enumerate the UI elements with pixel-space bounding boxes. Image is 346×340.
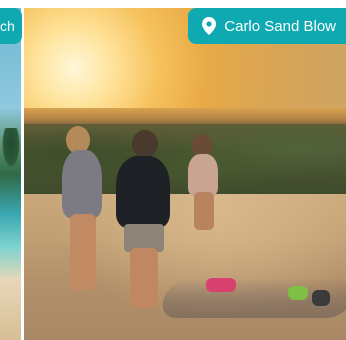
photo-carousel: ch Carlo Sand Blow bbox=[0, 0, 346, 340]
dark-bag bbox=[312, 290, 330, 306]
current-slide-location-tag: Carlo Sand Blow bbox=[188, 8, 346, 44]
green-item bbox=[288, 286, 308, 300]
previous-slide-location-tag: ch bbox=[0, 8, 22, 44]
person-2-head bbox=[132, 130, 158, 158]
palm-tree-shape bbox=[2, 128, 20, 168]
current-slide-image[interactable] bbox=[24, 8, 346, 340]
person-1-body bbox=[62, 150, 102, 218]
pink-bag bbox=[206, 278, 236, 292]
person-2-legs bbox=[130, 248, 158, 308]
previous-slide-image[interactable] bbox=[0, 8, 21, 340]
current-slide-location-label: Carlo Sand Blow bbox=[224, 17, 336, 35]
person-3-legs bbox=[194, 192, 214, 230]
map-pin-icon bbox=[202, 17, 217, 35]
person-3-body bbox=[188, 154, 218, 196]
person-2-body bbox=[116, 156, 170, 228]
person-1-legs bbox=[70, 214, 96, 290]
previous-slide-location-label: ch bbox=[0, 18, 15, 34]
